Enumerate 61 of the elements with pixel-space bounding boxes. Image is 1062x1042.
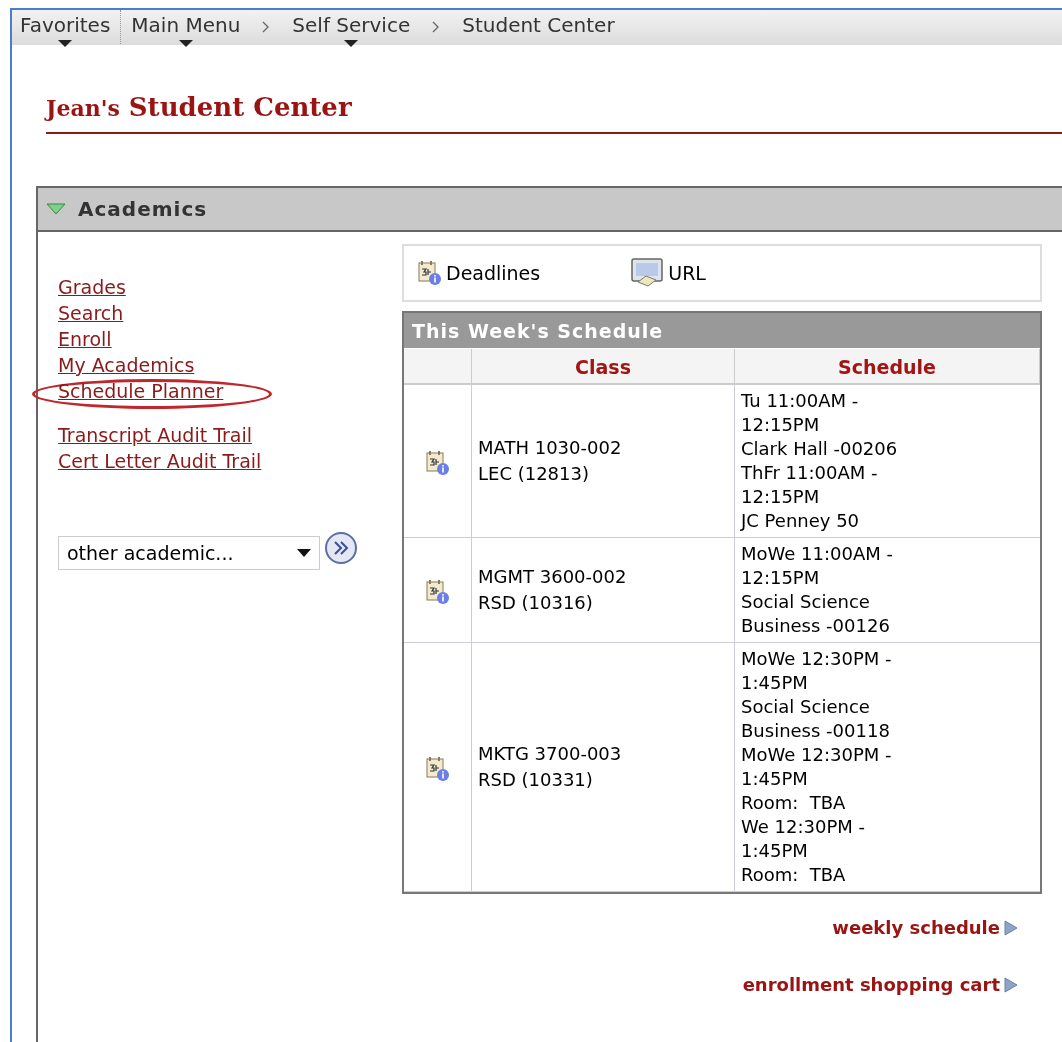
academics-link[interactable]: Schedule Planner <box>58 380 224 402</box>
dropdown-arrow-icon[interactable] <box>58 40 73 47</box>
play-arrow-icon <box>1004 976 1018 993</box>
breadcrumb-link[interactable]: Student Center <box>462 10 615 40</box>
academics-link[interactable]: My Academics <box>58 354 195 376</box>
go-button[interactable] <box>324 531 358 565</box>
class-text: MKTG 3700-003 <box>478 742 623 766</box>
column-header: Class <box>472 349 735 385</box>
schedule-text: Room: TBA <box>741 791 847 815</box>
class-text: MATH 1030-002 <box>478 436 623 460</box>
schedule-text: 1:45PM <box>741 839 809 863</box>
schedule-text: MoWe 11:00AM - <box>741 542 894 566</box>
schedule-text: 12:15PM <box>741 485 821 509</box>
schedule-text: Room: TBA <box>741 863 847 887</box>
schedule-text: We 12:30PM - <box>741 815 866 839</box>
quick-link[interactable]: URL <box>668 258 706 288</box>
footer-link[interactable]: weekly schedule <box>832 914 1000 941</box>
play-arrow-icon <box>1004 919 1018 936</box>
class-text: LEC (12813) <box>478 462 590 486</box>
panel-title: Academics <box>78 196 208 223</box>
academics-link[interactable]: Search <box>58 302 124 324</box>
breadcrumb-link[interactable]: Favorites <box>20 10 111 40</box>
schedule-text: 12:15PM <box>741 413 821 437</box>
schedule-title: This Week's Schedule <box>404 313 1040 349</box>
footer-link[interactable]: enrollment shopping cart <box>742 971 1000 998</box>
page-title: Jean's Student Center <box>46 91 353 124</box>
schedule-text: MoWe 12:30PM - <box>741 743 893 767</box>
calendar-info-icon <box>418 260 442 286</box>
academics-link[interactable]: Transcript Audit Trail <box>58 424 252 446</box>
schedule-text: Clark Hall -00206 <box>741 437 899 461</box>
calendar-info-icon <box>425 450 450 476</box>
schedule-text: Social Science <box>741 590 871 614</box>
dropdown-arrow-icon[interactable] <box>344 40 359 47</box>
chevron-icon <box>432 21 441 33</box>
schedule-text: 1:45PM <box>741 767 809 791</box>
schedule-text: JC Penney 50 <box>741 509 861 533</box>
calendar-info-icon <box>425 579 450 605</box>
monitor-book-icon <box>630 258 665 288</box>
dropdown-arrow-icon <box>297 549 311 557</box>
calendar-info-icon <box>425 756 450 782</box>
class-text: MGMT 3600-002 <box>478 565 628 589</box>
academics-link[interactable]: Cert Letter Audit Trail <box>58 450 262 472</box>
breadcrumb-link[interactable]: Main Menu <box>131 10 241 40</box>
breadcrumb-link[interactable]: Self Service <box>292 10 411 40</box>
academics-select[interactable]: other academic... <box>58 536 320 570</box>
schedule-text: Social Science <box>741 695 871 719</box>
schedule-text: Business -00118 <box>741 719 891 743</box>
schedule-text: Tu 11:00AM - <box>741 389 860 413</box>
schedule-text: 1:45PM <box>741 671 809 695</box>
schedule-text: Business -00126 <box>741 614 891 638</box>
schedule-text: MoWe 12:30PM - <box>741 647 893 671</box>
academics-link[interactable]: Enroll <box>58 328 112 350</box>
academics-link[interactable]: Grades <box>58 276 126 298</box>
class-text: RSD (10331) <box>478 768 594 792</box>
dropdown-arrow-icon[interactable] <box>178 40 193 47</box>
column-header: Schedule <box>735 349 1040 385</box>
class-text: RSD (10316) <box>478 591 594 615</box>
schedule-text: ThFr 11:00AM - <box>741 461 879 485</box>
schedule-text: 12:15PM <box>741 566 821 590</box>
quick-link[interactable]: Deadlines <box>446 258 541 288</box>
chevron-icon <box>262 21 271 33</box>
